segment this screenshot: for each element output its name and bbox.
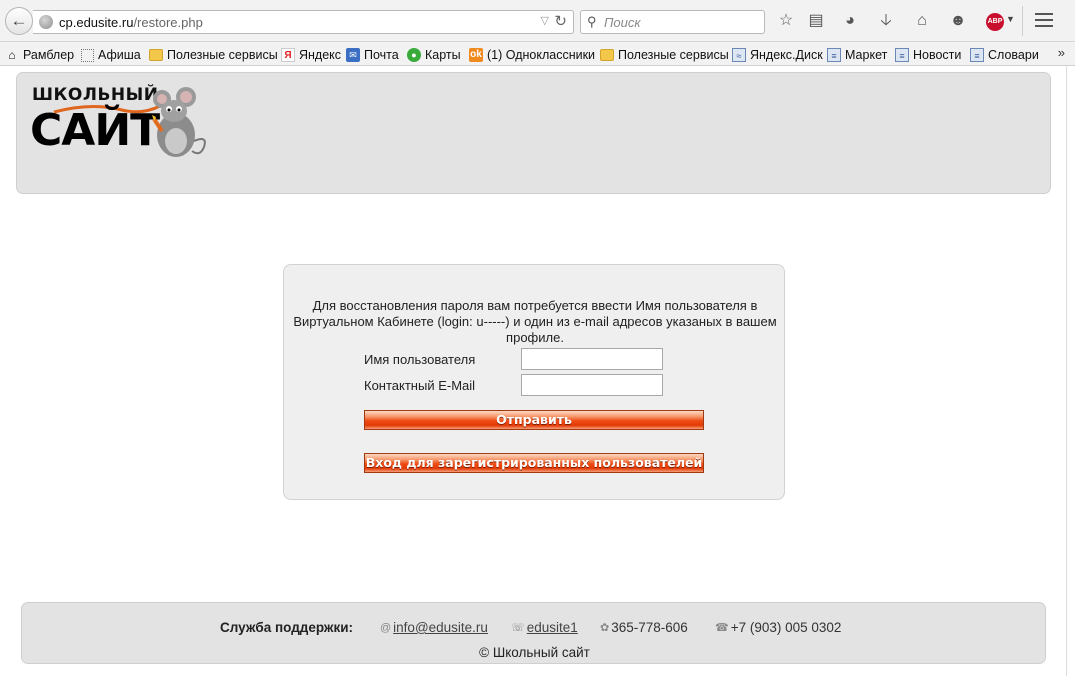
download-icon[interactable]: 🡣 (876, 11, 896, 31)
bookmark-label: Яндекс (299, 48, 342, 62)
icq-flower-icon: ✿ (600, 622, 610, 634)
reading-list-icon[interactable]: ▤ (806, 11, 826, 31)
chat-icon[interactable]: ☻ (948, 11, 968, 31)
bookmark-mail[interactable]: ✉ Почта (346, 47, 399, 63)
menu-icon[interactable] (1035, 13, 1053, 27)
support-phone-number: +7 (903) 005 0302 (730, 620, 842, 635)
market-icon: ≡ (827, 48, 841, 62)
support-skype-link[interactable]: edusite1 (527, 620, 578, 635)
toolbar-separator (1022, 6, 1023, 36)
bookmark-label: Полезные сервисы (167, 48, 278, 62)
support-phone: ☎ +7 (903) 005 0302 (715, 620, 841, 635)
dotted-page-icon (81, 48, 94, 62)
maps-icon: ● (407, 48, 421, 62)
bookmark-useful-services[interactable]: Полезные сервисы (149, 47, 278, 63)
bookmark-maps[interactable]: ● Карты (407, 47, 461, 63)
submit-button[interactable]: Отправить (364, 410, 704, 430)
bookmark-label: Почта (364, 48, 399, 62)
logo-text-big: САЙТ (30, 105, 160, 156)
bookmark-yandex[interactable]: Я Яндекс (281, 47, 341, 63)
url-text[interactable]: cp.edusite.ru/restore.php (59, 15, 203, 30)
restore-description: Для восстановления пароля вам потребуетс… (293, 298, 777, 345)
support-email[interactable]: @ info@edusite.ru (380, 620, 488, 635)
bookmark-rambler[interactable]: ⌂ Рамблер (5, 47, 74, 63)
bookmark-label: Афиша (98, 48, 141, 62)
bookmark-label: Маркет (845, 48, 888, 62)
back-arrow-icon: ← (10, 11, 28, 30)
site-logo[interactable]: ШКОЛЬНЫЙ САЙТ (30, 83, 210, 163)
browser-toolbar: ← cp.edusite.ru/restore.php ▽ ↻ ⚲ ☆ ▤ ◕ … (0, 0, 1075, 42)
bookmark-dictionaries[interactable]: ≡ Словари (970, 47, 1039, 63)
ok-icon: ok (469, 48, 483, 62)
bookmark-label: Карты (425, 48, 461, 62)
back-button[interactable]: ← (5, 7, 33, 35)
support-skype[interactable]: ☏ edusite1 (511, 620, 578, 635)
yandex-icon: Я (281, 48, 295, 62)
bookmark-useful-services-2[interactable]: Полезные сервисы (600, 47, 729, 63)
search-icon: ⚲ (587, 14, 597, 29)
bookmark-label: Рамблер (23, 48, 75, 62)
bookmark-label: (1) Одноклассники (487, 48, 596, 62)
bookmark-label: Новости (913, 48, 962, 62)
star-icon[interactable]: ☆ (776, 11, 796, 31)
bookmark-yandex-disk[interactable]: ≈ Яндекс.Диск (732, 47, 823, 63)
page-edge (1066, 66, 1067, 676)
support-title: Служба поддержки: (220, 620, 354, 635)
folder-icon (600, 49, 614, 61)
username-label: Имя пользователя (364, 352, 476, 367)
globe-icon (39, 15, 53, 29)
bookmark-label: Полезные сервисы (618, 48, 729, 62)
address-bar[interactable]: cp.edusite.ru/restore.php ▽ ↻ (33, 10, 574, 34)
username-input[interactable] (521, 348, 663, 370)
bookmarks-bar: ⌂ Рамблер Афиша Полезные сервисы Я Яндекс … (0, 42, 1075, 66)
login-button[interactable]: Вход для зарегистрированных пользователе… (364, 453, 704, 473)
folder-icon (149, 49, 163, 61)
disk-icon: ≈ (732, 48, 746, 62)
support-email-link[interactable]: info@edusite.ru (393, 620, 488, 635)
email-label: Контактный E-Mail (364, 378, 476, 393)
bookmark-label: Словари (988, 48, 1039, 62)
phone-icon: ☎ (715, 622, 729, 634)
bookmark-afisha[interactable]: Афиша (81, 47, 141, 63)
mail-icon: ✉ (346, 48, 360, 62)
home-icon: ⌂ (8, 48, 16, 62)
site-footer: Служба поддержки: @ info@edusite.ru ☏ edus… (21, 602, 1046, 664)
adblock-icon[interactable]: ABP (986, 13, 1004, 31)
url-dropdown-icon[interactable]: ▽ (541, 14, 549, 27)
reload-icon[interactable]: ↻ (554, 12, 567, 30)
bookmark-label: Яндекс.Диск (750, 48, 823, 62)
bookmark-news[interactable]: ≡ Новости (895, 47, 961, 63)
search-input[interactable] (604, 14, 754, 30)
restore-panel: Для восстановления пароля вам потребуетс… (283, 264, 785, 500)
news-icon: ≡ (895, 48, 909, 62)
bookmark-market[interactable]: ≡ Маркет (827, 47, 887, 63)
mouse-mascot-icon (152, 87, 206, 157)
support-icq: ✿ 365-778-606 (600, 620, 688, 635)
dictionary-icon: ≡ (970, 48, 984, 62)
url-path: /restore.php (133, 15, 203, 30)
pocket-icon[interactable]: ◕ (840, 11, 860, 31)
at-sign-icon: @ (380, 621, 392, 634)
home-icon[interactable]: ⌂ (912, 11, 932, 31)
copyright: © Школьный сайт (479, 645, 590, 660)
url-host: cp.edusite.ru (59, 15, 134, 30)
email-input[interactable] (521, 374, 663, 396)
site-header: ШКОЛЬНЫЙ САЙТ (16, 72, 1051, 194)
bookmarks-overflow-icon[interactable]: » (1058, 45, 1065, 60)
search-bar[interactable]: ⚲ (580, 10, 765, 34)
skype-icon: ☏ (511, 622, 525, 634)
support-icq-number: 365-778-606 (611, 620, 688, 635)
adblock-dropdown-icon[interactable]: ▼ (1006, 14, 1015, 24)
bookmark-odnoklassniki[interactable]: ok (1) Одноклассники (469, 47, 595, 63)
